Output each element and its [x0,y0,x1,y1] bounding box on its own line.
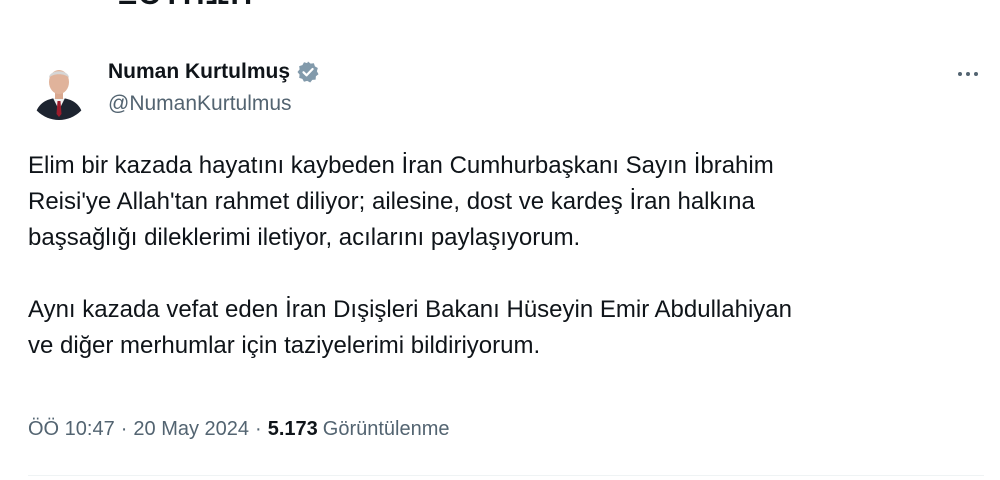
tweet-date[interactable]: 20 May 2024 [133,418,249,441]
meta-separator: · [255,418,262,440]
profile-photo-icon [28,58,90,120]
tweet-time[interactable]: ÖÖ 10:47 [28,418,115,441]
tweet-paragraph-1: Elim bir kazada hayatını kaybeden İran C… [28,152,774,251]
tweet-screenshot: ΞΟΥΠΩΠ Numan Kurtulmuş [0,0,1000,480]
more-options-button[interactable] [952,62,984,86]
tweet-meta: ÖÖ 10:47 · 20 May 2024 · 5.173 Görüntüle… [28,418,450,441]
views-count: 5.173 [267,418,318,440]
author-name[interactable]: Numan Kurtulmuş [108,60,290,84]
more-dot [966,72,970,76]
author-handle[interactable]: @NumanKurtulmus [108,92,292,116]
tweet-paragraph-2: Aynı kazada vefat eden İran Dışişleri Ba… [28,296,792,359]
tweet-card: Numan Kurtulmuş @NumanKurtulmus Elim bir… [0,0,1000,480]
avatar[interactable] [28,58,90,120]
views-label: Görüntülenme [322,418,450,440]
tweet-text: Elim bir kazada hayatını kaybeden İran C… [28,148,988,364]
more-dot [974,72,978,76]
more-horizontal-icon [958,72,962,76]
divider [28,475,984,476]
author-name-row[interactable]: Numan Kurtulmuş [108,58,320,86]
verified-badge-icon[interactable] [296,60,320,84]
meta-separator: · [120,418,128,440]
